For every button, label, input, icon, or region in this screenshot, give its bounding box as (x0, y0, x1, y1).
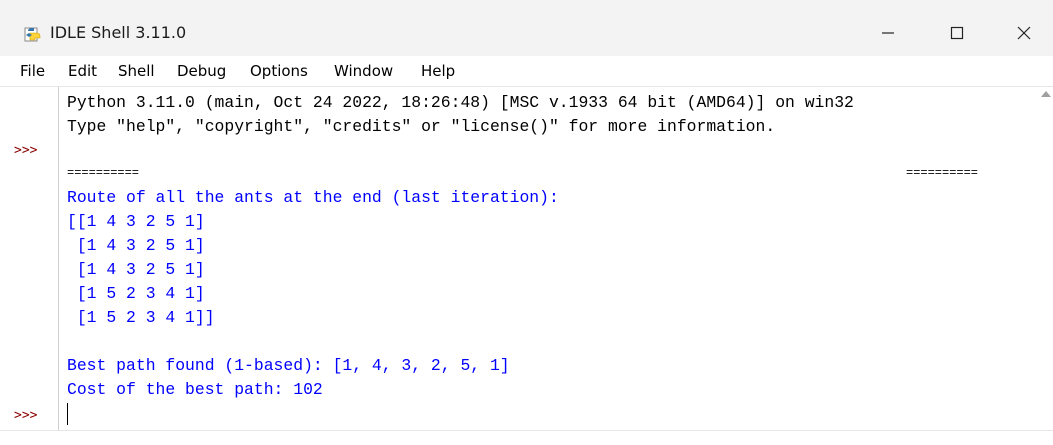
minimize-icon (882, 32, 894, 34)
output-line: [[1 4 3 2 5 1] (67, 212, 205, 231)
title-bar[interactable]: IDLE Shell 3.11.0 (0, 10, 1053, 56)
output-line: [1 4 3 2 5 1] (67, 260, 205, 279)
text-cursor (67, 403, 68, 425)
close-button[interactable] (1001, 10, 1047, 56)
editor-bottom-border (0, 430, 1053, 431)
window-title: IDLE Shell 3.11.0 (50, 23, 187, 42)
menu-window[interactable]: Window (332, 60, 395, 82)
menu-debug[interactable]: Debug (175, 60, 228, 82)
maximize-icon (950, 26, 964, 40)
menu-file[interactable]: File (18, 60, 47, 82)
close-icon (1017, 26, 1031, 40)
restart-separator-right: ========== (906, 166, 979, 180)
maximize-button[interactable] (934, 10, 980, 56)
python-idle-icon (24, 27, 41, 42)
menu-edit[interactable]: Edit (66, 60, 99, 82)
shell-editor[interactable]: >>> >>> Python 3.11.0 (main, Oct 24 2022… (0, 86, 1053, 445)
scroll-up-arrow-icon[interactable] (1041, 91, 1051, 97)
menu-help[interactable]: Help (419, 60, 457, 82)
output-line: [1 5 2 3 4 1] (67, 284, 205, 303)
menu-options[interactable]: Options (248, 60, 310, 82)
shell-output: Python 3.11.0 (main, Oct 24 2022, 18:26:… (67, 87, 1032, 399)
minimize-button[interactable] (865, 10, 911, 56)
output-line: Cost of the best path: 102 (67, 380, 323, 399)
vertical-scrollbar[interactable] (1039, 87, 1053, 430)
banner-line: Python 3.11.0 (main, Oct 24 2022, 18:26:… (67, 93, 854, 112)
shell-prompt: >>> (14, 143, 38, 158)
output-line: [1 5 2 3 4 1]] (67, 308, 215, 327)
banner-line: Type "help", "copyright", "credits" or "… (67, 117, 776, 136)
output-line: [1 4 3 2 5 1] (67, 236, 205, 255)
prompt-gutter: >>> >>> (10, 87, 59, 430)
restart-separator-left: ========== (67, 166, 140, 180)
output-line: Route of all the ants at the end (last i… (67, 188, 559, 207)
shell-prompt: >>> (14, 408, 38, 423)
idle-shell-window: IDLE Shell 3.11.0 File Edit Shell Debug … (0, 0, 1053, 445)
window-top-edge (0, 0, 1053, 10)
menu-shell[interactable]: Shell (116, 60, 157, 82)
menu-bar: File Edit Shell Debug Options Window Hel… (0, 56, 1053, 86)
output-line: Best path found (1-based): [1, 4, 3, 2, … (67, 356, 510, 375)
